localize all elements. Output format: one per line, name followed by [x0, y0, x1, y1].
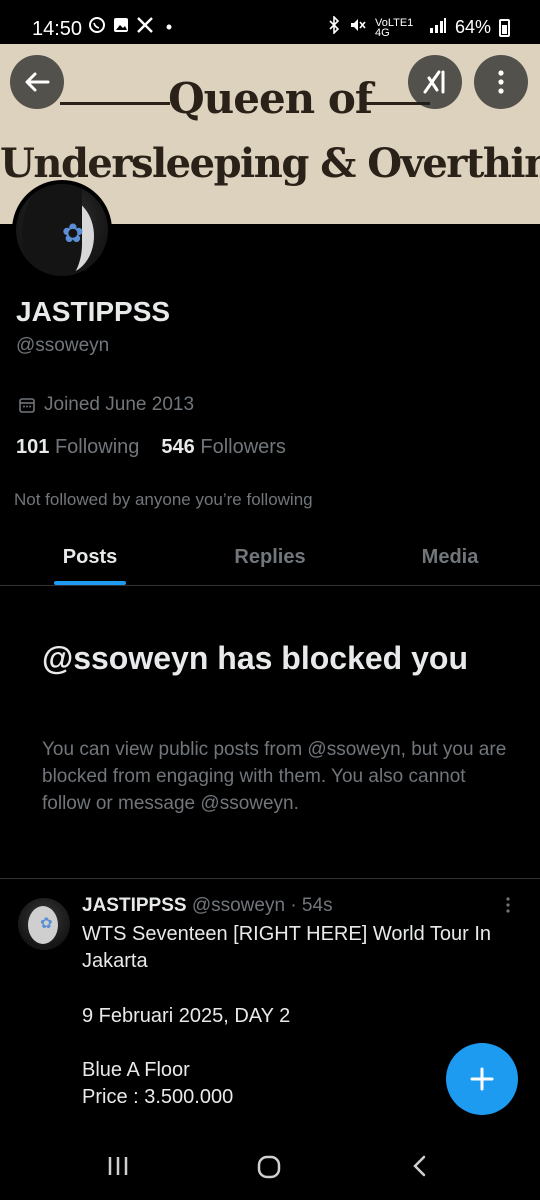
following-link[interactable]: 101 Following — [16, 436, 139, 459]
profile-tabs: Posts Replies Media — [0, 530, 540, 586]
banner-text-line2: Undersleeping & Overthinking — [0, 140, 540, 187]
tab-active-indicator — [54, 581, 126, 585]
grok-button[interactable] — [408, 55, 462, 109]
recents-icon — [108, 1157, 128, 1175]
tab-media[interactable]: Media — [360, 530, 540, 585]
profile-name: JASTIPPSS — [16, 296, 171, 327]
gallery-icon — [112, 16, 130, 39]
home-icon — [257, 1155, 281, 1179]
tweet-text-line: Jakarta — [82, 950, 148, 972]
bluetooth-icon — [327, 15, 341, 39]
following-count: 101 — [16, 436, 50, 458]
divider — [0, 878, 540, 879]
tweet-time: · 54s — [290, 895, 333, 916]
tab-replies-label: Replies — [234, 546, 306, 568]
tweet-more-button[interactable] — [506, 896, 510, 919]
status-bar: 14:50 • VoLTE1 4G 64% — [0, 0, 540, 44]
tab-replies[interactable]: Replies — [180, 530, 360, 585]
tweet-header: JASTIPPSS @ssoweyn · 54s — [82, 895, 333, 917]
mute-icon — [349, 16, 367, 39]
system-nav-bar — [0, 1136, 540, 1200]
follow-stats: 101 Following 546 Followers — [16, 436, 286, 459]
nav-back-button[interactable] — [408, 1154, 432, 1183]
followers-count: 546 — [161, 436, 195, 458]
vertical-dots-icon — [498, 70, 504, 94]
tab-media-label: Media — [421, 546, 479, 568]
tweet-text-line: 9 Februari 2025, DAY 2 — [82, 1005, 291, 1027]
tab-posts[interactable]: Posts — [0, 530, 180, 585]
followers-label: Followers — [200, 436, 286, 458]
dot-icon: • — [165, 17, 173, 37]
battery-percent: 64% — [454, 17, 491, 37]
profile-avatar[interactable]: ✿ — [12, 180, 112, 280]
network-label: VoLTE1 4G — [374, 16, 414, 39]
arrow-left-icon — [25, 72, 50, 92]
signal-icon — [429, 17, 447, 38]
grok-icon — [423, 70, 445, 94]
notification-icons: • — [88, 16, 178, 39]
system-icons: VoLTE1 4G 64% — [327, 15, 510, 39]
battery-icon — [499, 18, 510, 37]
clock: 14:50 — [32, 18, 83, 40]
tweet-avatar[interactable]: ✿ — [18, 898, 70, 950]
profile-handle: @ssoweyn — [16, 335, 110, 356]
chevron-left-icon — [413, 1155, 426, 1177]
compose-button[interactable] — [446, 1043, 518, 1115]
tweet-text-line: WTS Seventeen [RIGHT HERE] World Tour In — [82, 923, 492, 945]
blocked-description: You can view public posts from @ssoweyn,… — [42, 739, 507, 814]
back-button[interactable] — [10, 55, 64, 109]
following-label: Following — [54, 436, 140, 458]
tweet-author-name[interactable]: JASTIPPSS — [82, 895, 187, 916]
tweet-author-handle: @ssoweyn — [191, 895, 286, 916]
home-button[interactable] — [256, 1154, 282, 1185]
vertical-dots-icon — [506, 897, 510, 913]
joined-date: Joined June 2013 — [18, 394, 194, 416]
more-options-button[interactable] — [474, 55, 528, 109]
not-followed-notice: Not followed by anyone you’re following — [14, 490, 313, 509]
plus-icon — [470, 1067, 494, 1091]
tab-posts-label: Posts — [62, 546, 118, 568]
calendar-icon — [19, 398, 35, 413]
followers-link[interactable]: 546 Followers — [161, 436, 286, 459]
flower-icon: ✿ — [40, 915, 53, 932]
x-icon — [136, 16, 154, 39]
flower-icon: ✿ — [62, 218, 84, 248]
blocked-title: @ssoweyn has blocked you — [42, 640, 468, 676]
whatsapp-icon — [88, 16, 106, 39]
joined-label: Joined June 2013 — [44, 394, 195, 415]
recents-button[interactable] — [106, 1154, 130, 1183]
